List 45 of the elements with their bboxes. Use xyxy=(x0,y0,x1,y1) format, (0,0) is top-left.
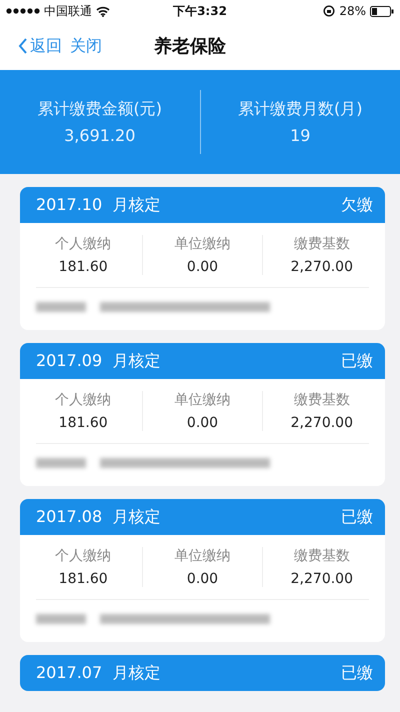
record-month: 2017.10 月核定 xyxy=(36,194,160,216)
battery-icon xyxy=(370,6,394,16)
cell-value: 181.60 xyxy=(58,259,108,275)
cell-value: 0.00 xyxy=(186,415,218,431)
payment-status: 欠缴 xyxy=(341,194,373,216)
cell-label: 缴费基数 xyxy=(294,547,350,565)
record-card[interactable]: 2017.09 月核定 已缴 个人缴纳 181.60 单位缴纳 0.00 缴费基数 2,270.00 xyxy=(20,343,385,486)
record-month: 2017.08 月核定 xyxy=(36,506,160,528)
cell-value: 0.00 xyxy=(186,259,218,275)
blurred-text xyxy=(36,302,86,312)
cell-value: 2,270.00 xyxy=(290,415,353,431)
summary-label: 累计缴费月数(月) xyxy=(238,99,362,120)
cell-label: 缴费基数 xyxy=(294,391,350,409)
payment-status: 已缴 xyxy=(341,662,373,684)
cell-label: 个人缴纳 xyxy=(55,391,112,409)
cell-value: 2,270.00 xyxy=(290,571,353,587)
page-title: 养老保险 xyxy=(154,35,226,58)
cell-label: 单位缴纳 xyxy=(174,235,230,253)
record-card[interactable]: 2017.10 月核定 欠缴 个人缴纳 181.60 单位缴纳 0.00 缴费基数 2,270.00 xyxy=(20,187,385,330)
blurred-text xyxy=(36,614,86,624)
cell-value: 181.60 xyxy=(58,571,108,587)
record-month: 2017.07 月核定 xyxy=(36,662,160,684)
record-card[interactable]: 2017.08 月核定 已缴 个人缴纳 181.60 单位缴纳 0.00 缴费基数 2,270.00 xyxy=(20,499,385,642)
cell-label: 缴费基数 xyxy=(294,235,350,253)
rotation-lock-icon xyxy=(323,5,336,17)
payment-status: 已缴 xyxy=(341,506,373,528)
cell-value: 0.00 xyxy=(186,571,218,587)
summary-label: 累计缴费金额(元) xyxy=(38,99,162,120)
cell-value: 181.60 xyxy=(58,415,108,431)
signal-icon xyxy=(6,8,40,14)
cell-label: 单位缴纳 xyxy=(174,391,230,409)
cell-label: 个人缴纳 xyxy=(55,235,112,253)
summary-value: 19 xyxy=(290,126,310,145)
carrier-name: 中国联通 xyxy=(44,2,92,20)
battery-percent: 28% xyxy=(339,4,366,18)
payment-status: 已缴 xyxy=(341,350,373,372)
blurred-text xyxy=(36,458,86,468)
wifi-icon xyxy=(96,6,110,16)
chevron-left-icon xyxy=(18,37,28,55)
record-month: 2017.09 月核定 xyxy=(36,350,160,372)
summary-value: 3,691.20 xyxy=(64,126,136,145)
cell-label: 单位缴纳 xyxy=(174,547,230,565)
cell-value: 2,270.00 xyxy=(290,259,353,275)
status-time: 下午3:32 xyxy=(173,2,227,20)
cell-label: 个人缴纳 xyxy=(55,547,112,565)
